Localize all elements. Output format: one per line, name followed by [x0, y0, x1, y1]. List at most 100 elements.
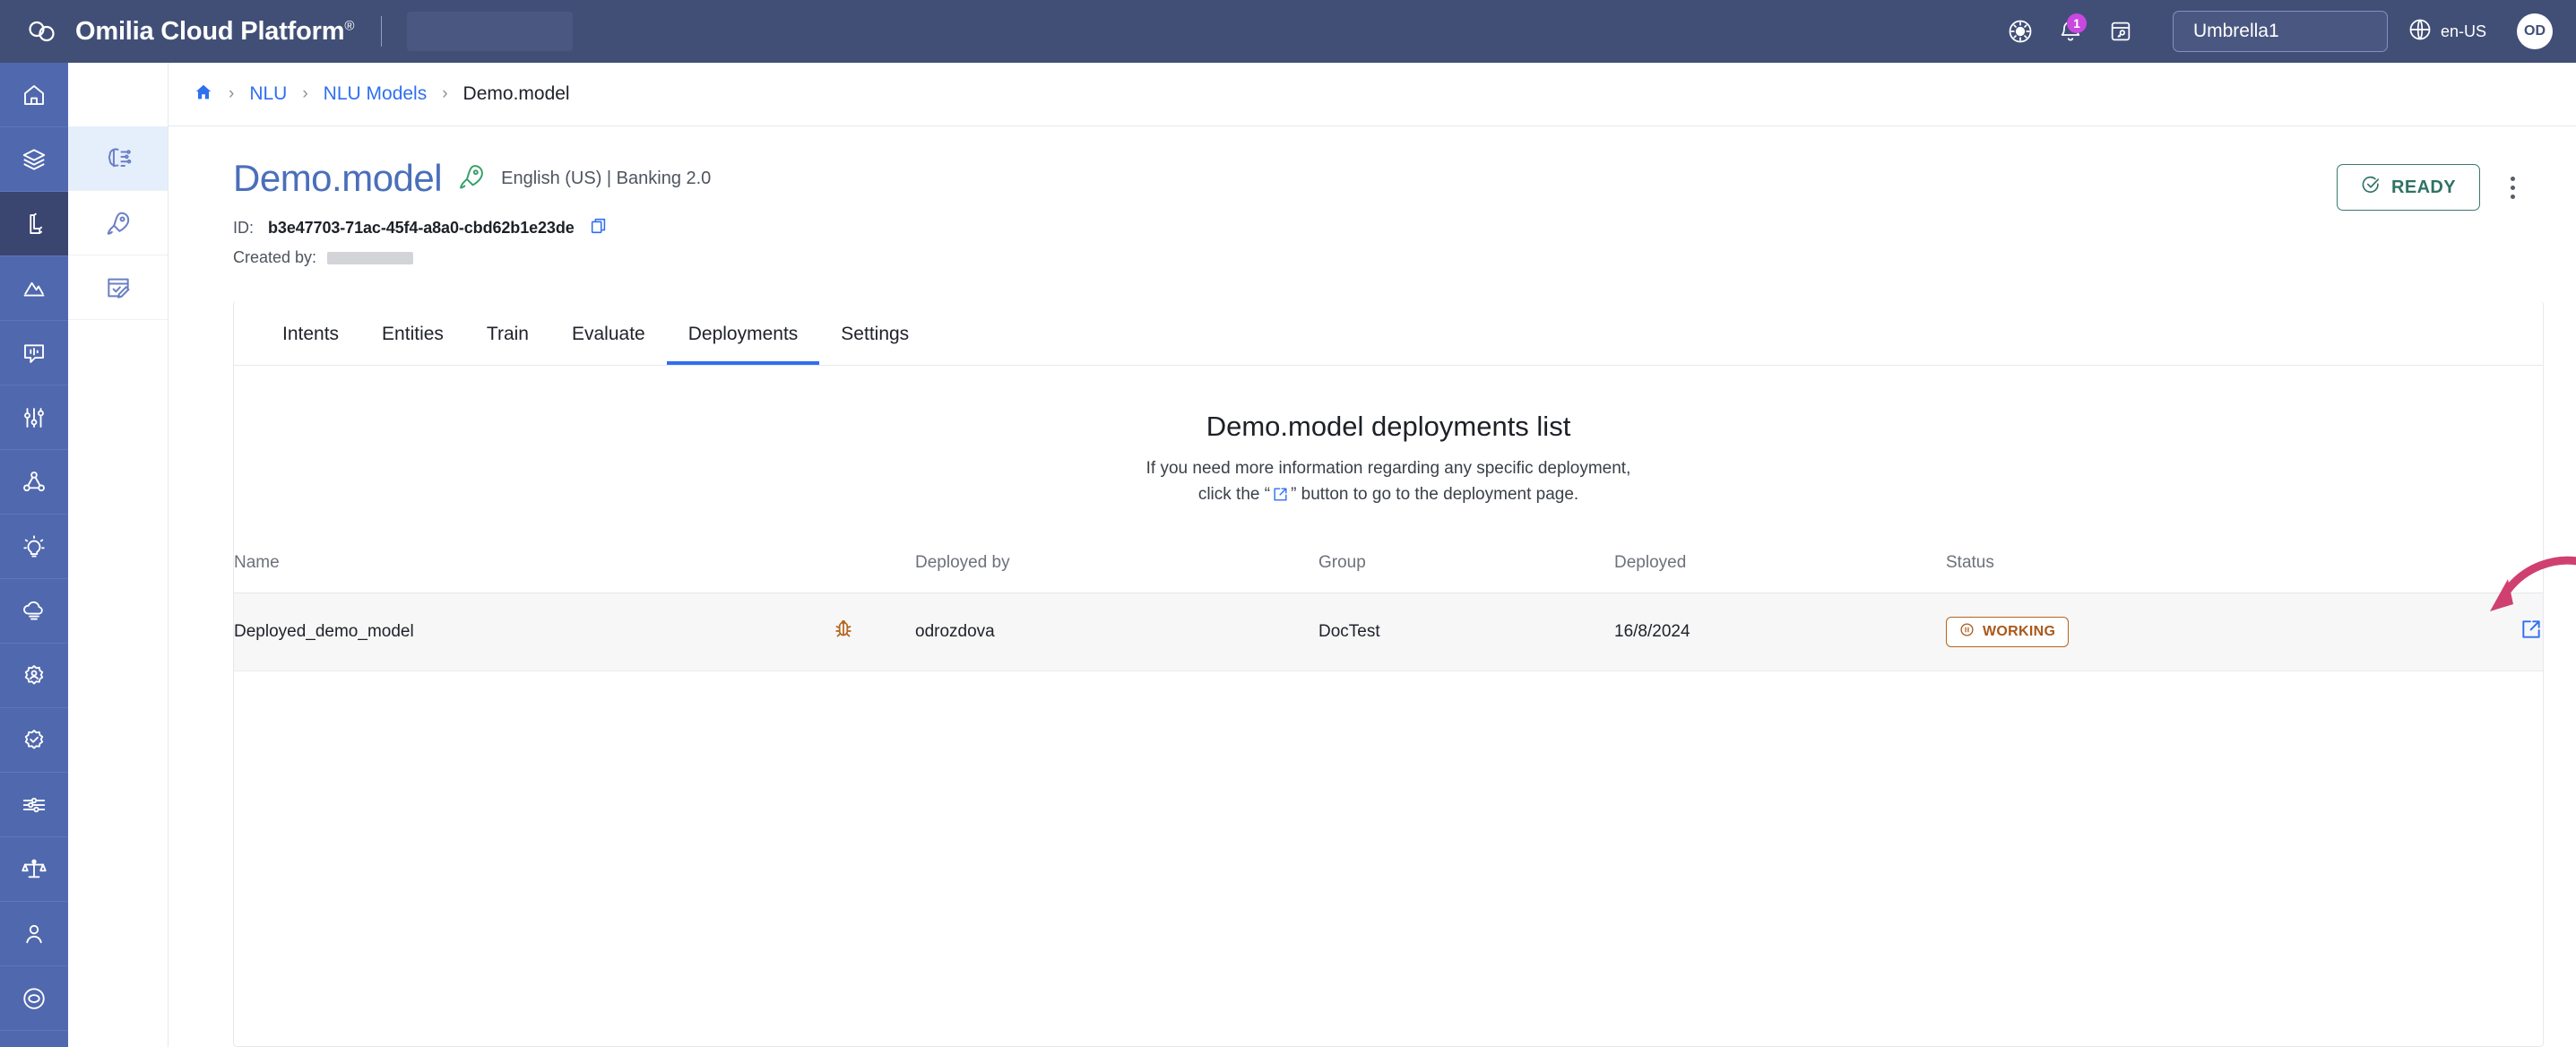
bug-icon[interactable] — [832, 619, 855, 645]
status-badge-label: READY — [2390, 177, 2456, 197]
model-id-value: b3e47703-71ac-45f4-a8a0-cbd62b1e23de — [268, 219, 575, 237]
cell-deployed-by: odrozdova — [915, 593, 1318, 671]
sidebar-item-insights[interactable] — [0, 515, 68, 579]
check-circle-icon — [2361, 175, 2381, 200]
language-selector[interactable]: en-US — [2407, 17, 2486, 47]
copy-icon[interactable] — [589, 216, 609, 240]
kebab-menu-icon[interactable] — [2503, 168, 2522, 208]
sidebar-item-users[interactable] — [0, 902, 68, 966]
deployments-card: Intents Entities Train Evaluate Deployme… — [233, 301, 2544, 1047]
workspace-selector-placeholder[interactable] — [407, 12, 574, 51]
user-avatar[interactable]: OD — [2517, 13, 2553, 49]
external-link-icon — [1272, 485, 1289, 511]
page-title-line: Demo.model English (US) | Banking 2.0 — [233, 157, 2337, 200]
page-header: Demo.model English (US) | Banking 2.0 ID… — [169, 126, 2576, 267]
notifications-bell-icon[interactable]: 1 — [2045, 6, 2096, 56]
column-header-deployed: Deployed — [1614, 538, 1946, 593]
tab-deployments[interactable]: Deployments — [666, 324, 820, 365]
language-label: en-US — [2440, 22, 2486, 40]
content-area: › NLU › NLU Models › Demo.model Demo.mod… — [169, 63, 2576, 1047]
tenant-selector[interactable]: Umbrella1 — [2172, 11, 2388, 52]
sidebar-item-cloud-speech[interactable] — [0, 579, 68, 644]
open-deployment-external-link-icon[interactable] — [2520, 618, 2543, 646]
sidebar-item-tuning[interactable] — [0, 385, 68, 450]
pause-circle-icon — [1959, 622, 1975, 642]
table-row[interactable]: Deployed_demo_model odrozdova DocTest 16… — [234, 593, 2543, 671]
sidebar-item-layers[interactable] — [0, 127, 68, 192]
tab-intents[interactable]: Intents — [261, 324, 360, 365]
tab-entities[interactable]: Entities — [360, 324, 465, 365]
breadcrumb-home-icon[interactable] — [194, 82, 213, 107]
sidebar-item-identity[interactable] — [0, 644, 68, 708]
status-badge[interactable]: READY — [2336, 164, 2480, 211]
avatar-initials: OD — [2524, 23, 2546, 39]
cell-status: WORKING — [1946, 593, 2322, 671]
breadcrumb-item-nlu-models[interactable]: NLU Models — [324, 83, 428, 105]
sidebar-item-nlu-models[interactable] — [68, 126, 168, 191]
model-tabs: Intents Entities Train Evaluate Deployme… — [234, 301, 2543, 366]
rocket-icon — [456, 161, 487, 196]
tab-train[interactable]: Train — [465, 324, 550, 365]
panel-description-line1: If you need more information regarding a… — [1145, 459, 1631, 478]
sidebar-item-flows[interactable] — [0, 450, 68, 515]
column-header-blank-debug — [772, 538, 915, 593]
model-id-row: ID: b3e47703-71ac-45f4-a8a0-cbd62b1e23de — [233, 216, 2337, 240]
column-header-deployed-by: Deployed by — [915, 538, 1318, 593]
panel-header: Demo.model deployments list If you need … — [234, 366, 2543, 539]
sidebar-item-integrations[interactable] — [0, 773, 68, 837]
notification-count-badge: 1 — [2066, 13, 2087, 33]
tab-evaluate[interactable]: Evaluate — [550, 324, 667, 365]
deployment-status-label: WORKING — [1983, 623, 2056, 639]
note-key-icon[interactable] — [2096, 6, 2146, 56]
tab-settings[interactable]: Settings — [819, 324, 930, 365]
sidebar-item-annotations[interactable] — [68, 255, 168, 320]
panel-description-line2: click the “ ” button to go to the deploym… — [252, 481, 2525, 511]
table-header: Name Deployed by Group Deployed Status — [234, 538, 2543, 593]
breadcrumb: › NLU › NLU Models › Demo.model — [169, 63, 2576, 126]
sidebar-item-compliance[interactable] — [0, 837, 68, 902]
column-header-actions — [2322, 538, 2543, 593]
breadcrumb-item-nlu[interactable]: NLU — [249, 83, 287, 105]
sidebar-item-support[interactable] — [0, 966, 68, 1031]
created-by-label: Created by: — [233, 248, 317, 266]
sidebar-item-home[interactable] — [0, 63, 68, 127]
omilia-cloud-logo-icon — [25, 14, 59, 48]
deployments-panel: Demo.model deployments list If you need … — [234, 366, 2543, 1046]
primary-sidebar — [0, 63, 68, 1047]
model-subtitle: English (US) | Banking 2.0 — [501, 168, 712, 188]
breadcrumb-separator: › — [229, 84, 235, 103]
model-id-label: ID: — [233, 219, 255, 237]
brand-title: Omilia Cloud Platform® — [75, 17, 354, 47]
sidebar-item-analytics[interactable] — [0, 256, 68, 321]
app-shell: › NLU › NLU Models › Demo.model Demo.mod… — [0, 63, 2576, 1047]
sidebar-item-deployments[interactable] — [68, 191, 168, 255]
sidebar-item-conversations[interactable] — [0, 321, 68, 385]
panel-title: Demo.model deployments list — [1206, 411, 1571, 442]
brand-trademark: ® — [344, 17, 355, 33]
cell-deployed: 16/8/2024 — [1614, 593, 1946, 671]
brand-title-text: Omilia Cloud Platform — [75, 16, 345, 46]
column-header-group: Group — [1318, 538, 1614, 593]
cell-debug — [772, 593, 915, 671]
breadcrumb-separator: › — [442, 84, 448, 103]
top-bar-actions: 1 Umbrella1 en-US OD — [1995, 6, 2576, 56]
globe-icon — [2407, 17, 2433, 47]
deployment-status-badge: WORKING — [1946, 616, 2070, 647]
cell-group: DocTest — [1318, 593, 1614, 671]
cell-actions — [2322, 593, 2543, 671]
panel-description-suffix: ” button to go to the deployment page. — [1291, 485, 1579, 505]
table-header-row: Name Deployed by Group Deployed Status — [234, 538, 2543, 593]
sidebar-item-nlu[interactable] — [0, 192, 68, 256]
column-header-status: Status — [1946, 538, 2322, 593]
panel-description-prefix: click the “ — [1197, 485, 1271, 505]
breadcrumb-item-current: Demo.model — [462, 83, 570, 104]
sidebar-item-verification[interactable] — [0, 708, 68, 773]
breadcrumb-separator: › — [302, 84, 308, 103]
column-header-name: Name — [234, 538, 772, 593]
brand-divider — [381, 16, 383, 47]
brand: Omilia Cloud Platform® — [0, 14, 354, 48]
brightness-icon[interactable] — [1995, 6, 2045, 56]
cell-name: Deployed_demo_model — [234, 593, 772, 671]
model-created-row: Created by: — [233, 248, 2337, 267]
page-header-left: Demo.model English (US) | Banking 2.0 ID… — [233, 157, 2337, 267]
